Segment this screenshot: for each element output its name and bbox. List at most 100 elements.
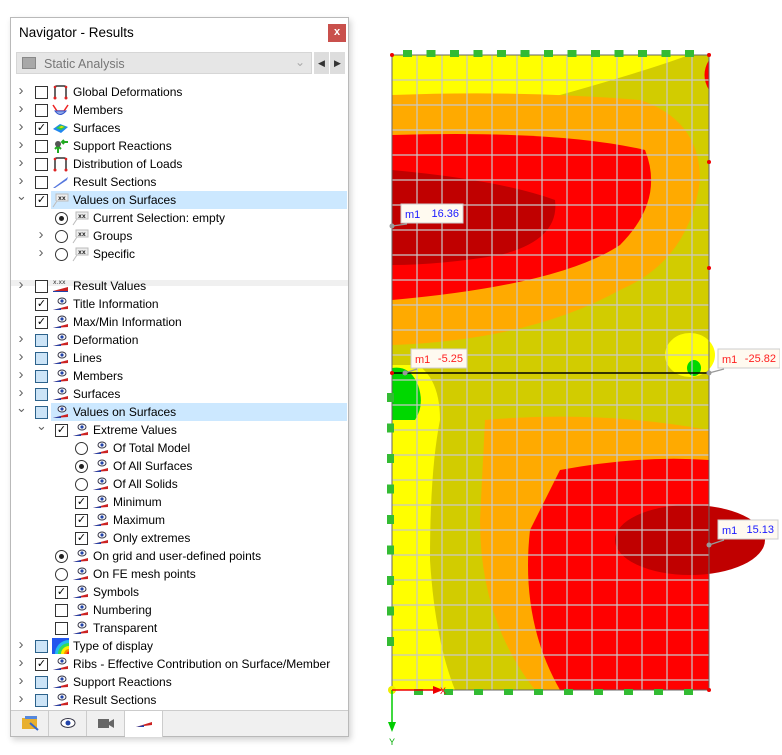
- checkbox[interactable]: [35, 158, 48, 171]
- checkbox[interactable]: [35, 388, 48, 401]
- chevron-right-icon[interactable]: ›: [16, 172, 26, 189]
- tree-item-extreme-values[interactable]: ⌄ ✓ Extreme Values: [11, 418, 347, 439]
- chevron-down-icon[interactable]: ⌄: [36, 418, 47, 434]
- tree-item-numbering[interactable]: Numbering: [11, 601, 347, 619]
- radio-button[interactable]: [55, 230, 68, 243]
- chevron-right-icon[interactable]: ›: [16, 348, 26, 365]
- tree-item-of-total-model[interactable]: Of Total Model: [11, 439, 347, 457]
- tree-item-of-all-solids[interactable]: Of All Solids: [11, 475, 347, 493]
- radio-button[interactable]: [55, 212, 68, 225]
- checkbox[interactable]: [35, 370, 48, 383]
- checkbox[interactable]: [35, 176, 48, 189]
- checkbox[interactable]: ✓: [75, 514, 88, 527]
- radio-button[interactable]: [55, 550, 68, 563]
- tab-camera[interactable]: [87, 711, 125, 736]
- close-button[interactable]: x: [328, 24, 346, 42]
- next-button[interactable]: ▶: [330, 52, 345, 74]
- tree-item-current-selection-empty[interactable]: xx Current Selection: empty: [11, 209, 347, 227]
- load-case-dropdown[interactable]: Static Analysis ⌄: [16, 52, 312, 74]
- tree-item-surfaces[interactable]: › ✓ Surfaces: [11, 118, 347, 137]
- tree-item-symbols[interactable]: ✓ Symbols: [11, 583, 347, 601]
- radio-button[interactable]: [75, 460, 88, 473]
- chevron-right-icon[interactable]: ›: [16, 100, 26, 117]
- chevron-right-icon[interactable]: ›: [16, 154, 26, 171]
- checkbox[interactable]: [35, 640, 48, 653]
- support-icon: [387, 576, 394, 585]
- tab-results-display[interactable]: [125, 711, 163, 737]
- checkbox[interactable]: ✓: [55, 424, 68, 437]
- tree-item-only-extremes[interactable]: ✓ Only extremes: [11, 529, 347, 547]
- tree-item-transparent[interactable]: Transparent: [11, 619, 347, 637]
- radio-button[interactable]: [75, 478, 88, 491]
- checkbox[interactable]: ✓: [35, 194, 48, 207]
- tree-item-result-sections[interactable]: › Result Sections: [11, 690, 347, 709]
- tree-item-values-on-surfaces[interactable]: ⌄ ✓ xx Values on Surfaces: [11, 188, 347, 209]
- chevron-right-icon[interactable]: ›: [16, 690, 26, 707]
- results-graphic[interactable]: Y Xm1 16.36 m1 -5.25 m1 -25.82 m1 15.13: [380, 40, 780, 752]
- chevron-right-icon[interactable]: ›: [16, 366, 26, 383]
- checkbox[interactable]: [35, 86, 48, 99]
- checkbox[interactable]: [35, 280, 48, 293]
- tree-item-on-grid-and-user-defined-points[interactable]: On grid and user-defined points: [11, 547, 347, 565]
- radio-button[interactable]: [75, 442, 88, 455]
- checkbox[interactable]: [35, 140, 48, 153]
- checkbox[interactable]: ✓: [75, 532, 88, 545]
- tree-item-on-fe-mesh-points[interactable]: On FE mesh points: [11, 565, 347, 583]
- tree-item-lines[interactable]: › Lines: [11, 348, 347, 367]
- checkbox[interactable]: ✓: [35, 316, 48, 329]
- tab-eye[interactable]: [49, 711, 87, 736]
- tree-item-members[interactable]: › Members: [11, 366, 347, 385]
- tree-item-deformation[interactable]: › Deformation: [11, 330, 347, 349]
- checkbox[interactable]: ✓: [75, 496, 88, 509]
- checkbox[interactable]: [35, 334, 48, 347]
- tree-item-ribs-effective-contribution-on-surface-member[interactable]: › ✓ Ribs - Effective Contribution on Surfa…: [11, 654, 347, 673]
- tree-item-support-reactions[interactable]: › Support Reactions: [11, 672, 347, 691]
- chevron-right-icon[interactable]: ›: [16, 384, 26, 401]
- checkbox[interactable]: ✓: [35, 298, 48, 311]
- tree-item-of-all-surfaces[interactable]: Of All Surfaces: [11, 457, 347, 475]
- tab-data-folder[interactable]: [11, 711, 49, 736]
- tree-item-result-sections[interactable]: › Result Sections: [11, 172, 347, 191]
- tree-item-result-values[interactable]: › x.xx Result Values: [11, 276, 347, 295]
- previous-button[interactable]: ◀: [314, 52, 329, 74]
- radio-button[interactable]: [55, 568, 68, 581]
- tree-item-groups[interactable]: › xx Groups: [11, 226, 347, 245]
- checkbox[interactable]: ✓: [35, 658, 48, 671]
- navigator-tabs: [11, 710, 348, 737]
- chevron-right-icon[interactable]: ›: [16, 82, 26, 99]
- chevron-right-icon[interactable]: ›: [36, 226, 46, 243]
- chevron-right-icon[interactable]: ›: [16, 330, 26, 347]
- tree-item-max-min-information[interactable]: ✓ Max/Min Information: [11, 313, 347, 331]
- chevron-right-icon[interactable]: ›: [16, 672, 26, 689]
- tree-item-support-reactions[interactable]: › Support Reactions: [11, 136, 347, 155]
- tree-item-title-information[interactable]: ✓ Title Information: [11, 295, 347, 313]
- chevron-down-icon[interactable]: ⌄: [16, 400, 27, 416]
- chevron-right-icon[interactable]: ›: [16, 136, 26, 153]
- chevron-right-icon[interactable]: ›: [16, 636, 26, 653]
- tree-item-maximum[interactable]: ✓ Maximum: [11, 511, 347, 529]
- chevron-right-icon[interactable]: ›: [16, 118, 26, 135]
- tree-item-values-on-surfaces[interactable]: ⌄ Values on Surfaces: [11, 400, 347, 421]
- chevron-down-icon[interactable]: ⌄: [16, 188, 27, 204]
- radio-button[interactable]: [55, 248, 68, 261]
- checkbox[interactable]: [35, 352, 48, 365]
- tree-item-minimum[interactable]: ✓ Minimum: [11, 493, 347, 511]
- checkbox[interactable]: [35, 104, 48, 117]
- tree-item-type-of-display[interactable]: › Type of display: [11, 636, 347, 668]
- checkbox[interactable]: [35, 676, 48, 689]
- chevron-right-icon[interactable]: ›: [16, 654, 26, 671]
- tree-item-surfaces[interactable]: › Surfaces: [11, 384, 347, 403]
- tree-item-global-deformations[interactable]: › Global Deformations: [11, 82, 347, 101]
- support-icon: [564, 689, 573, 695]
- checkbox[interactable]: [35, 694, 48, 707]
- tree-item-members[interactable]: › Members: [11, 100, 347, 119]
- checkbox[interactable]: ✓: [35, 122, 48, 135]
- checkbox[interactable]: ✓: [55, 586, 68, 599]
- chevron-right-icon[interactable]: ›: [16, 276, 26, 293]
- checkbox[interactable]: [55, 622, 68, 635]
- tree-item-label: Global Deformations: [73, 85, 183, 99]
- tree-item-distribution-of-loads[interactable]: › Distribution of Loads: [11, 154, 347, 173]
- chevron-right-icon[interactable]: ›: [36, 244, 46, 261]
- checkbox[interactable]: [55, 604, 68, 617]
- tree-item-specific[interactable]: › xx Specific: [11, 244, 347, 263]
